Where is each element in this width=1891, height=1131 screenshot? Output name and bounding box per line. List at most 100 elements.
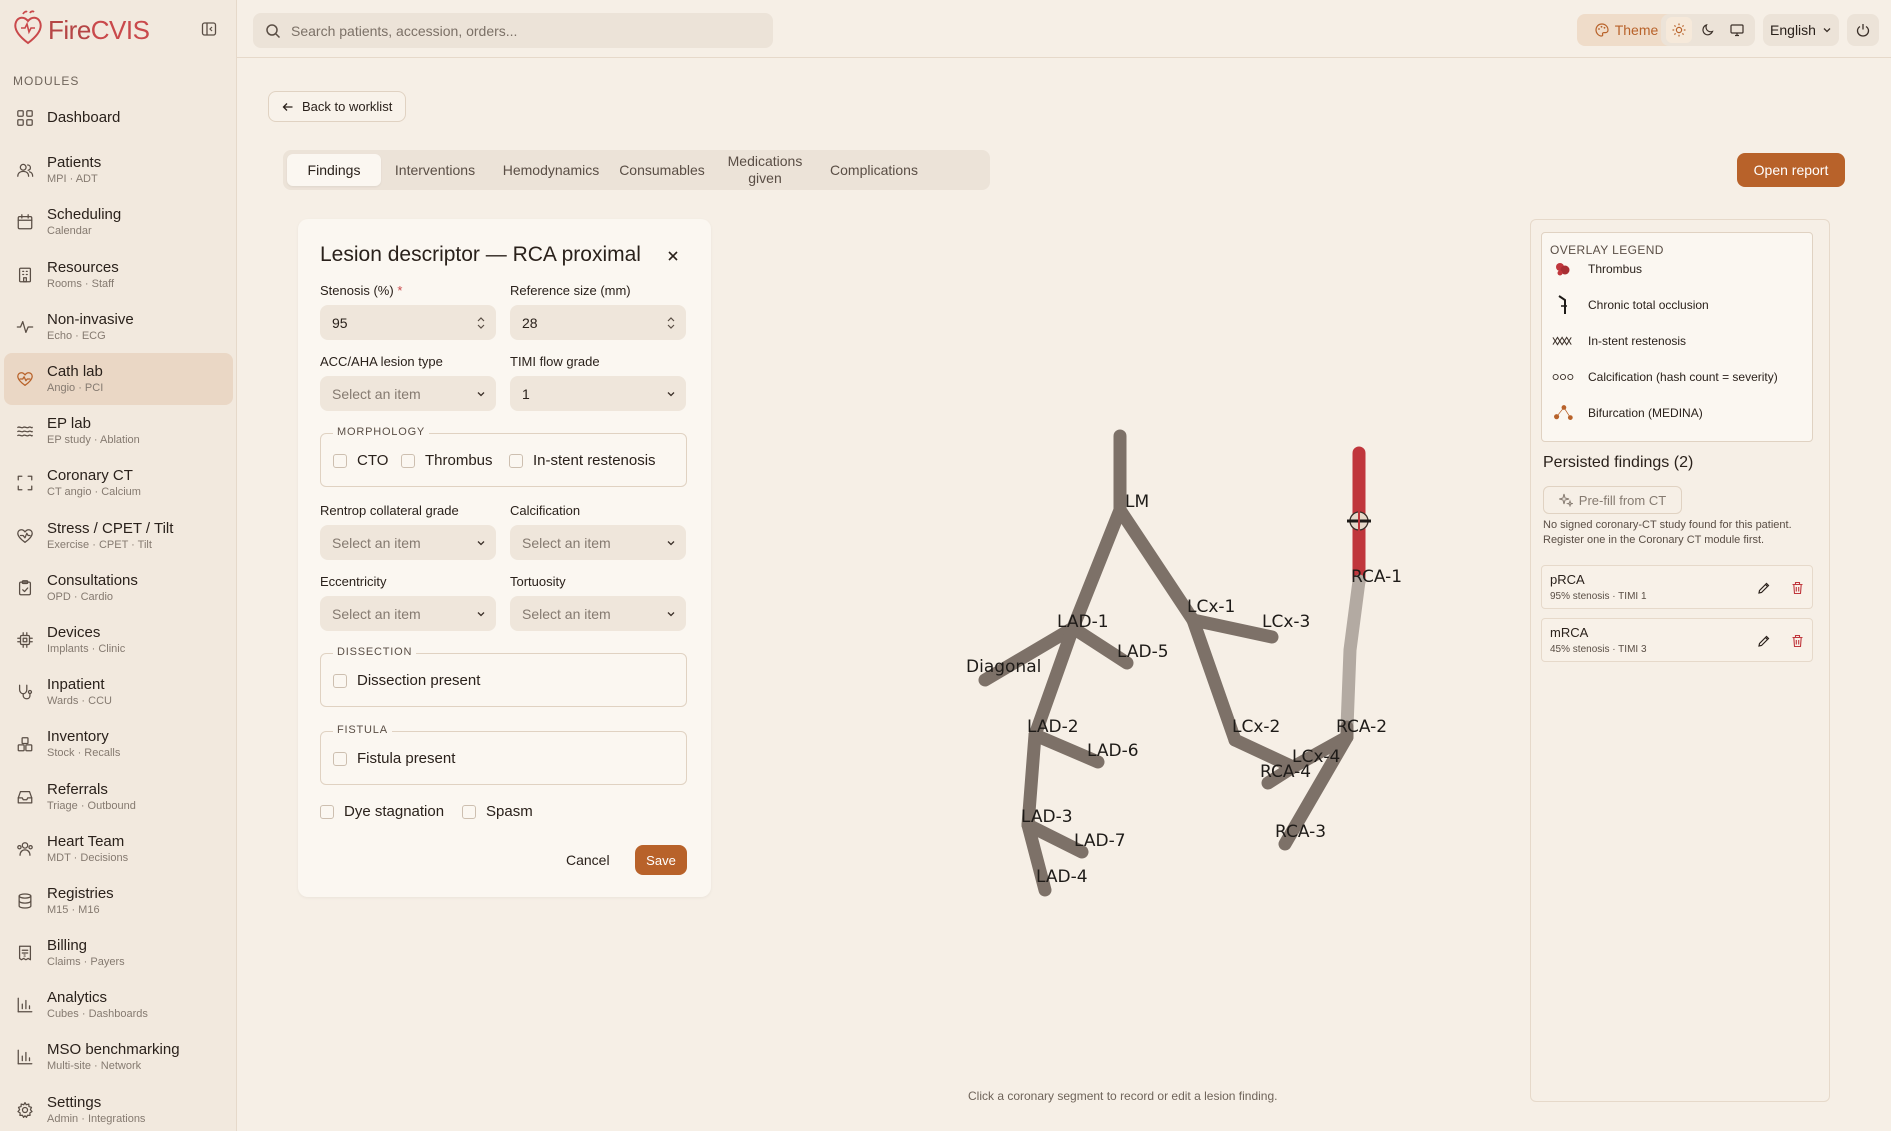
sidebar-item-label: Inventory (47, 728, 109, 746)
save-button[interactable]: Save (635, 845, 687, 875)
sidebar-item-dashboard[interactable]: Dashboard (4, 92, 233, 144)
checkbox-box[interactable] (333, 673, 347, 688)
dye-stagnation-checkbox[interactable]: Dye stagnation (320, 803, 444, 820)
language-select[interactable]: English (1763, 14, 1839, 46)
sidebar-item-referrals[interactable]: Referrals Triage · Outbound (4, 770, 233, 822)
checkbox-box[interactable] (401, 453, 415, 468)
sidebar-item-patients[interactable]: Patients MPI · ADT (4, 144, 233, 196)
sidebar-item-devices[interactable]: Devices Implants · Clinic (4, 614, 233, 666)
palette-icon (1595, 23, 1609, 37)
sparkles-icon (1558, 493, 1573, 507)
brand-logo[interactable]: FireCVIS (12, 8, 150, 52)
finding-card[interactable]: mRCA 45% stenosis · TIMI 3 (1541, 618, 1813, 662)
sidebar-item-ep-lab[interactable]: EP lab EP study · Ablation (4, 405, 233, 457)
sidebar-item-label: Billing (47, 937, 88, 955)
segment-rca-1-mid[interactable] (1340, 574, 1366, 734)
waves-icon (15, 421, 35, 441)
cto-checkbox[interactable]: CTO (333, 452, 388, 469)
segment-lad-1[interactable] (1066, 503, 1127, 635)
lesion-descriptor-dialog: Lesion descriptor — RCA proximal Stenosi… (298, 219, 711, 897)
sidebar-item-heart-team[interactable]: Heart Team MDT · Decisions (4, 823, 233, 875)
sidebar-item-inventory[interactable]: Inventory Stock · Recalls (4, 718, 233, 770)
segment-lcx-2[interactable] (1186, 613, 1242, 747)
stepper-icon[interactable] (476, 316, 486, 330)
segment-lcx-1[interactable] (1113, 503, 1200, 627)
sidebar-item-subtitle: Stock · Recalls (47, 747, 121, 760)
tab-interventions[interactable]: Interventions (381, 154, 489, 186)
thrombus-checkbox[interactable]: Thrombus (401, 452, 493, 469)
checkbox-box[interactable] (333, 453, 347, 468)
checkbox-box[interactable] (462, 804, 476, 819)
eccentricity-select[interactable]: Select an item (320, 596, 496, 631)
sidebar-item-billing[interactable]: $ Billing Claims · Payers (4, 927, 233, 979)
sidebar-item-resources[interactable]: Resources Rooms · Staff (4, 249, 233, 301)
back-label: Back to worklist (302, 99, 393, 114)
sidebar-item-subtitle: Echo · ECG (47, 329, 106, 342)
lesion-type-select[interactable]: Select an item (320, 376, 496, 411)
sidebar-item-label: Settings (47, 1093, 102, 1111)
tab-medications-given[interactable]: Medications given (711, 153, 819, 186)
edit-icon[interactable] (1755, 579, 1773, 597)
eccentricity-value: Select an item (332, 605, 421, 622)
checkbox-box[interactable] (509, 453, 523, 468)
system-mode-button[interactable] (1724, 17, 1750, 43)
finding-card[interactable]: pRCA 95% stenosis · TIMI 1 (1541, 565, 1813, 609)
checkbox-box[interactable] (333, 751, 347, 766)
cto-label: CTO (357, 452, 389, 469)
team-icon (15, 839, 35, 859)
open-report-button[interactable]: Open report (1737, 153, 1845, 187)
collapse-sidebar-button[interactable] (198, 18, 220, 40)
theme-label: Theme (1614, 22, 1659, 38)
reference-size-input[interactable]: 28 (510, 305, 686, 340)
dissection-checkbox[interactable]: Dissection present (333, 672, 480, 689)
search-input[interactable] (291, 22, 751, 39)
dark-mode-button[interactable] (1695, 17, 1721, 43)
trash-icon[interactable] (1788, 632, 1806, 650)
close-icon[interactable] (664, 247, 682, 265)
stepper-icon[interactable] (666, 316, 676, 330)
sidebar-item-non-invasive[interactable]: Non-invasive Echo · ECG (4, 301, 233, 353)
search-box[interactable] (253, 13, 773, 48)
sidebar-item-coronary-ct[interactable]: Coronary CT CT angio · Calcium (4, 457, 233, 509)
sidebar-item-inpatient[interactable]: Inpatient Wards · CCU (4, 666, 233, 718)
sidebar-item-settings[interactable]: Settings Admin · Integrations (4, 1084, 233, 1131)
in-stent-restenosis-checkbox[interactable]: In-stent restenosis (509, 452, 656, 469)
rentrop-select[interactable]: Select an item (320, 525, 496, 560)
edit-icon[interactable] (1755, 632, 1773, 650)
calcification-select[interactable]: Select an item (510, 525, 686, 560)
fistula-label: Fistula present (357, 750, 456, 767)
back-to-worklist-button[interactable]: Back to worklist (268, 91, 407, 122)
stenosis-input[interactable]: 95 (320, 305, 496, 340)
sidebar-item-stress-cpet-tilt[interactable]: Stress / CPET / Tilt Exercise · CPET · Ti… (4, 510, 233, 562)
finding-name: pRCA (1550, 572, 1585, 587)
sidebar-item-consultations[interactable]: Consultations OPD · Cardio (4, 562, 233, 614)
legend-title: OVERLAY LEGEND (1550, 243, 1664, 257)
tab-complications[interactable]: Complications (819, 154, 929, 186)
spasm-checkbox[interactable]: Spasm (462, 803, 533, 820)
sign-out-button[interactable] (1847, 14, 1879, 46)
sidebar-item-mso-benchmarking[interactable]: MSO benchmarking Multi-site · Network (4, 1031, 233, 1083)
finding-details: 95% stenosis · TIMI 1 (1550, 591, 1647, 602)
fistula-checkbox[interactable]: Fistula present (333, 750, 455, 767)
sidebar-item-subtitle: MPI · ADT (47, 173, 98, 186)
cancel-button[interactable]: Cancel (566, 852, 610, 868)
checkbox-box[interactable] (320, 804, 334, 819)
sidebar-item-analytics[interactable]: Analytics Cubes · Dashboards (4, 979, 233, 1031)
tortuosity-select[interactable]: Select an item (510, 596, 686, 631)
sidebar-item-registries[interactable]: Registries M15 · M16 (4, 875, 233, 927)
label-lad-4: LAD-4 (1036, 867, 1088, 887)
modules-section-label: MODULES (13, 74, 80, 88)
timi-value: 1 (522, 385, 530, 402)
trash-icon[interactable] (1788, 579, 1806, 597)
legend-label: Chronic total occlusion (1588, 298, 1709, 312)
clipboard-icon (15, 578, 35, 598)
tab-consumables[interactable]: Consumables (613, 154, 711, 186)
light-mode-button[interactable] (1666, 17, 1693, 43)
sidebar-item-scheduling[interactable]: Scheduling Calendar (4, 196, 233, 248)
lesion-marker[interactable] (1347, 510, 1371, 532)
prefill-from-ct-button[interactable]: Pre-fill from CT (1543, 486, 1682, 514)
timi-select[interactable]: 1 (510, 376, 686, 411)
tab-hemodynamics[interactable]: Hemodynamics (489, 154, 613, 186)
sidebar-item-cath-lab[interactable]: Cath lab Angio · PCI (4, 352, 233, 406)
tab-findings[interactable]: Findings (287, 154, 381, 186)
